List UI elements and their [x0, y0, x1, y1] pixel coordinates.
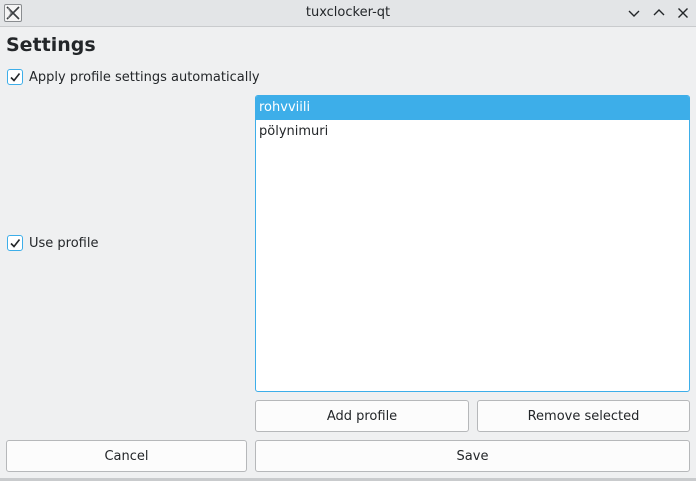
checkmark-icon	[10, 73, 21, 82]
add-profile-button[interactable]: Add profile	[255, 400, 469, 432]
list-item[interactable]: pölynimuri	[256, 120, 689, 144]
checkbox-box[interactable]	[7, 69, 23, 85]
apply-automatically-label: Apply profile settings automatically	[29, 69, 260, 85]
chevron-up-icon	[653, 9, 665, 16]
chevron-down-icon	[628, 10, 640, 17]
title-bar[interactable]: tuxclocker-qt	[0, 0, 696, 27]
window-title: tuxclocker-qt	[305, 5, 391, 20]
use-profile-checkbox[interactable]: Use profile	[7, 234, 98, 252]
list-item[interactable]: rohvviili	[256, 96, 689, 120]
close-icon	[678, 8, 688, 18]
apply-automatically-checkbox[interactable]: Apply profile settings automatically	[7, 68, 260, 86]
close-button[interactable]	[673, 3, 693, 23]
checkmark-icon	[10, 239, 21, 248]
checkbox-box[interactable]	[7, 235, 23, 251]
cancel-button[interactable]: Cancel	[6, 440, 247, 472]
profile-list[interactable]: rohvviili pölynimuri	[255, 95, 690, 392]
remove-selected-button[interactable]: Remove selected	[477, 400, 690, 432]
save-button[interactable]: Save	[255, 440, 690, 472]
page-title: Settings	[6, 34, 96, 56]
minimize-button[interactable]	[624, 3, 644, 23]
use-profile-label: Use profile	[29, 235, 99, 251]
maximize-button[interactable]	[649, 3, 669, 23]
